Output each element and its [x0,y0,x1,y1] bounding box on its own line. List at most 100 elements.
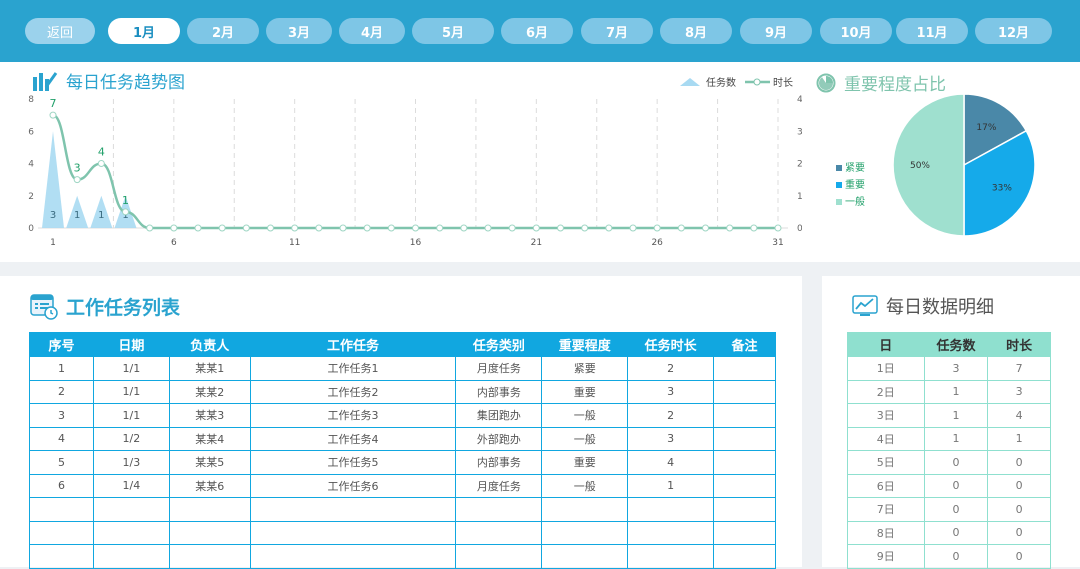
x-tick-label: 21 [531,238,542,248]
duration-point [242,224,250,232]
back-button[interactable]: 返回 [25,18,95,44]
table-cell: 内部事务 [455,450,543,475]
table-row[interactable]: 8日 0 0 [847,520,1051,545]
table-row[interactable]: 2 1/1 某某2 工作任务2 内部事务 重要 3 [29,379,776,404]
table-cell: 9日 [847,544,925,569]
x-tick-label: 31 [772,238,783,248]
table-row[interactable] [29,497,776,522]
duration-data-label: 7 [50,97,57,110]
table-cell: 工作任务4 [249,426,457,451]
month-button-9[interactable]: 9月 [740,18,812,44]
month-button-12[interactable]: 12月 [975,18,1052,44]
table-cell: 某某3 [168,403,251,428]
table-cell: 外部跑办 [455,426,543,451]
table-cell [627,520,715,545]
duration-point [146,224,154,232]
table-row[interactable]: 9日 0 0 [847,544,1051,569]
table-cell [713,356,776,381]
duration-point [339,224,347,232]
importance-pie-chart: 17% 33% 50% 紧要重要一般 [836,93,1036,237]
duration-point [194,224,202,232]
y-left-tick-label: 8 [28,95,34,105]
table-row[interactable]: 3 1/1 某某3 工作任务3 集团跑办 一般 2 [29,403,776,428]
month-button-8[interactable]: 8月 [660,18,732,44]
task-data-label: 1 [98,210,104,221]
table-cell: 0 [987,544,1051,569]
table-row[interactable]: 3日 1 4 [847,403,1051,428]
month-button-3[interactable]: 3月 [266,18,332,44]
duration-point [581,224,589,232]
task-data-label: 3 [50,210,56,221]
table-cell: 1 [923,403,989,428]
duration-point [97,160,105,167]
table-row[interactable]: 2日 1 3 [847,379,1051,404]
table-cell: 1/2 [92,426,170,451]
table-cell: 某某5 [168,450,251,475]
table-cell [541,520,629,545]
month-button-10[interactable]: 10月 [820,18,892,44]
table-row[interactable]: 6 1/4 某某6 工作任务6 月度任务 一般 1 [29,473,776,498]
table-cell: 4 [627,450,715,475]
table-cell: 0 [923,473,989,498]
table-cell [713,426,776,451]
table-row[interactable]: 5 1/3 某某5 工作任务5 内部事务 重要 4 [29,450,776,475]
month-button-11[interactable]: 11月 [896,18,968,44]
table-cell: 1 [987,426,1051,451]
duration-point [436,224,444,232]
duration-point [532,224,540,232]
x-tick-label: 1 [50,238,56,248]
legend-task-swatch [680,78,700,86]
column-header: 负责人 [168,332,251,357]
column-header: 日 [847,332,925,357]
calendar-list-icon [30,294,58,320]
table-cell: 月度任务 [455,356,543,381]
duration-point [653,224,661,232]
month-button-5[interactable]: 5月 [412,18,494,44]
table-cell: 工作任务1 [249,356,457,381]
table-cell: 1/4 [92,473,170,498]
table-cell: 工作任务3 [249,403,457,428]
x-tick-label: 16 [410,238,422,248]
daily-detail-title: 每日数据明细 [852,293,994,319]
table-cell: 5日 [847,450,925,475]
month-button-6[interactable]: 6月 [501,18,573,44]
column-header: 备注 [713,332,776,357]
table-cell: 工作任务6 [249,473,457,498]
table-cell: 集团跑办 [455,403,543,428]
duration-point [774,224,782,232]
table-row[interactable] [29,544,776,569]
duration-point [387,224,395,232]
duration-point [267,224,274,232]
table-cell [92,497,170,522]
table-row[interactable] [29,520,776,545]
table-cell [713,520,776,545]
table-cell: 某某1 [168,356,251,381]
table-row[interactable]: 1日 3 7 [847,356,1051,381]
table-row[interactable]: 6日 0 0 [847,473,1051,498]
table-cell: 1 [29,356,94,381]
column-header: 日期 [92,332,170,357]
daily-table: 日任务数 时长 1日 3 7 2日 1 3 3日 1 4 4日 1 1 5日 0 0 6日 0 0 7日 0 0 8日 0 0 9… [847,332,1051,569]
month-button-1[interactable]: 1月 [108,18,180,44]
month-button-7[interactable]: 7月 [581,18,653,44]
table-row[interactable]: 1 1/1 某某1 工作任务1 月度任务 紧要 2 [29,356,776,381]
table-cell: 4日 [847,426,925,451]
table-cell: 紧要 [541,356,629,381]
table-cell: 一般 [541,473,629,498]
table-row[interactable]: 4日 1 1 [847,426,1051,451]
table-cell: 0 [987,450,1051,475]
duration-point [726,224,734,232]
duration-point [702,224,709,232]
month-button-4[interactable]: 4月 [339,18,405,44]
duration-point [122,208,129,216]
table-cell [249,544,457,569]
month-nav-bar: 返回 1月 2月 3月 4月 5月 6月 7月 8月 9月 10月 11月 12月 [0,0,1080,62]
pie-legend-swatch [836,182,842,188]
pie-legend-swatch [836,165,842,171]
table-row[interactable]: 7日 0 0 [847,497,1051,522]
table-row[interactable]: 4 1/2 某某4 工作任务4 外部跑办 一般 3 [29,426,776,451]
month-button-2[interactable]: 2月 [187,18,259,44]
trend-chart: 1 6 11 16 21 26 3102468012343 1 1 17341任务数 时长 [28,76,803,248]
table-row[interactable]: 5日 0 0 [847,450,1051,475]
table-cell: 3 [627,426,715,451]
